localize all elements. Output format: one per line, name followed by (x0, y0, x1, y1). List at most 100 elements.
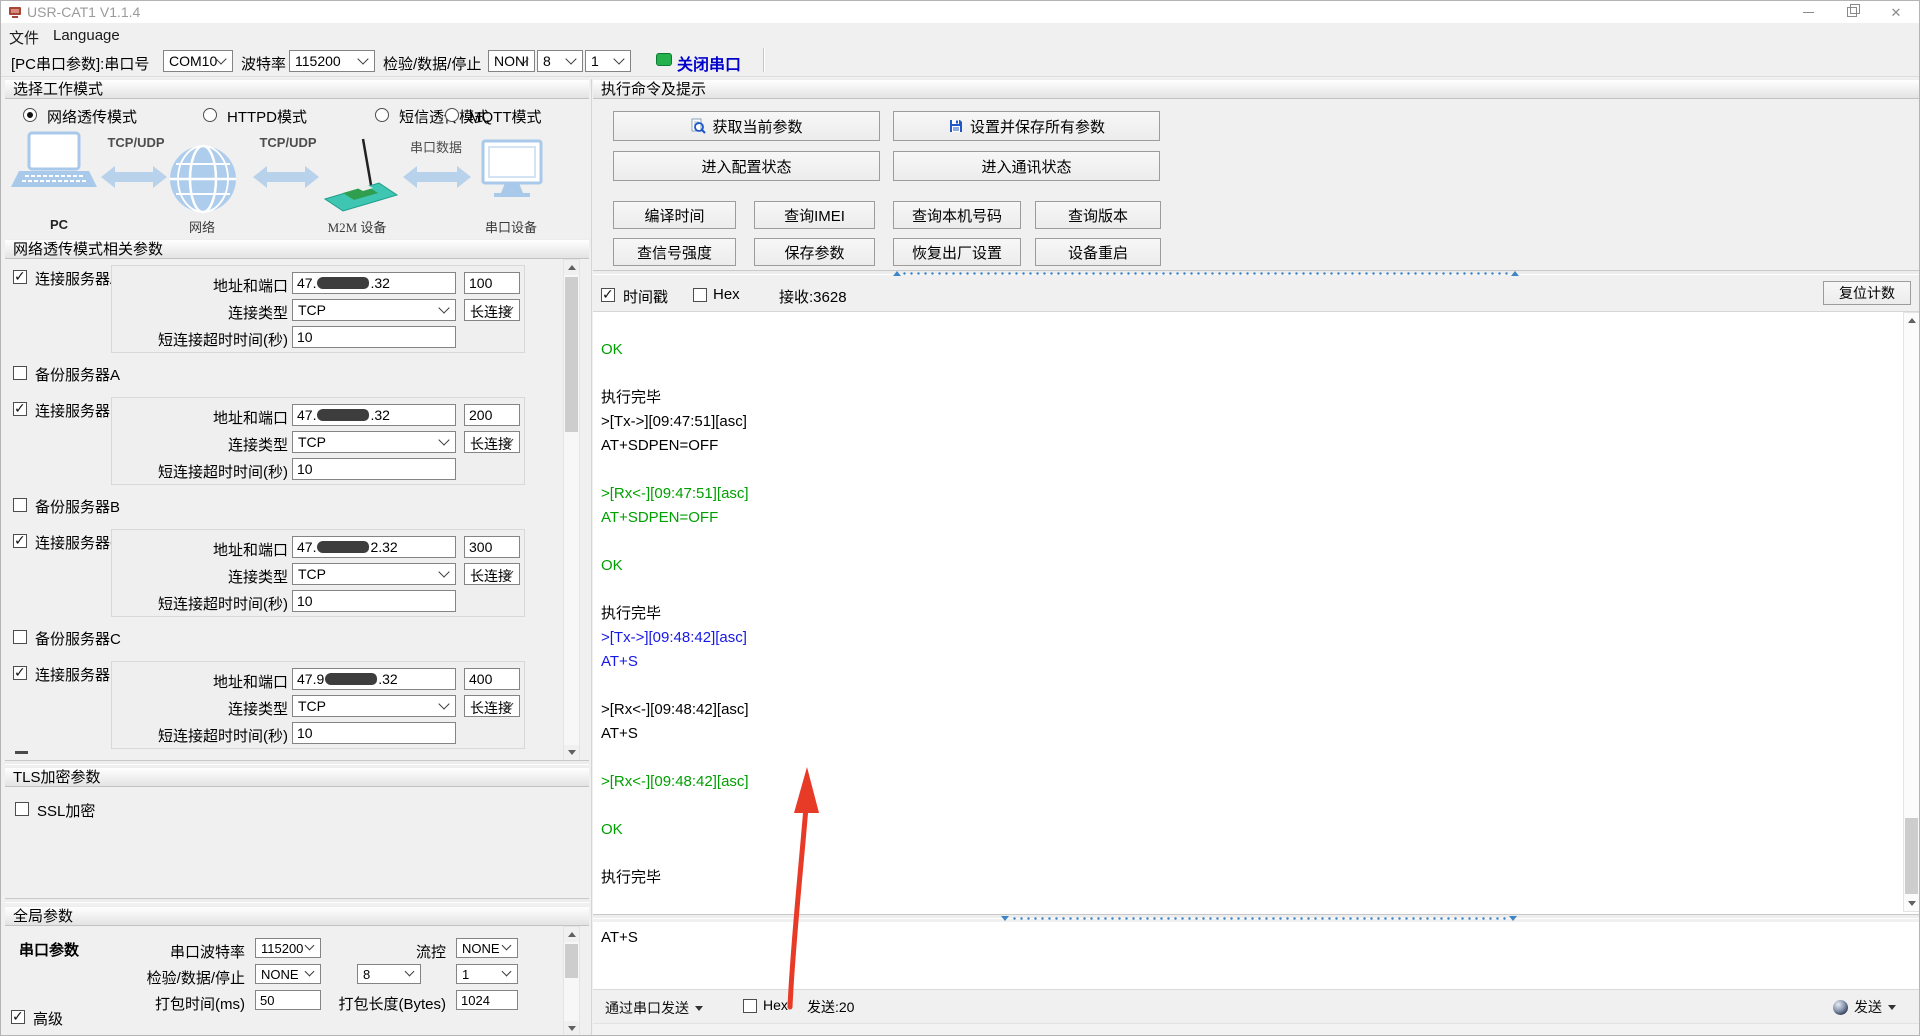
backup-server-checkbox[interactable] (13, 630, 27, 644)
keep-alive-select[interactable]: 长连接 (464, 431, 520, 453)
keep-alive-select[interactable]: 长连接 (464, 695, 520, 717)
advanced-checkbox[interactable] (11, 1010, 25, 1024)
server-port-input[interactable]: 200 (464, 404, 520, 426)
connect-server-checkbox[interactable] (13, 666, 27, 680)
scroll-up-icon[interactable] (564, 260, 579, 275)
send-button[interactable]: 发送 (1833, 997, 1896, 1017)
compile-time-button[interactable]: 编译时间 (613, 201, 736, 229)
g-databits-select[interactable]: 8 (357, 964, 421, 984)
timeout-input[interactable]: 10 (292, 722, 456, 744)
enter-comm-button[interactable]: 进入通讯状态 (893, 151, 1160, 181)
mode-radio[interactable] (445, 108, 459, 122)
close-port-button[interactable]: 关闭串口 (677, 51, 741, 75)
connect-server-checkbox[interactable] (13, 402, 27, 416)
mode-radio[interactable] (375, 108, 389, 122)
scrollbar-thumb[interactable] (1905, 818, 1918, 894)
save-params-button[interactable]: 保存参数 (754, 238, 875, 266)
server-port-input[interactable]: 300 (464, 536, 520, 558)
conn-type-select[interactable]: TCP (292, 563, 456, 585)
flow-select[interactable]: NONE (456, 938, 518, 958)
connect-server-checkbox[interactable] (13, 270, 27, 284)
send-bar: 通过串口发送 Hex 发送:20 发送 (593, 989, 1920, 1023)
server-address-input[interactable]: 47.2.32 (292, 536, 456, 558)
g-parity-select[interactable]: NONE (255, 964, 321, 984)
backup-server-checkbox[interactable] (13, 498, 27, 512)
query-imei-button[interactable]: 查询IMEI (754, 201, 875, 229)
close-button[interactable]: ✕ (1874, 1, 1918, 23)
scroll-down-icon[interactable] (564, 745, 579, 760)
menu-language[interactable]: Language (53, 27, 120, 44)
scrollbar-thumb[interactable] (565, 944, 578, 978)
splitter-handle[interactable] (1011, 916, 1507, 921)
ssl-checkbox[interactable] (15, 802, 29, 816)
baud-select[interactable]: 115200 (289, 50, 375, 72)
reset-count-button[interactable]: 复位计数 (1823, 281, 1911, 305)
parity-select[interactable]: NONI (488, 50, 535, 72)
restore-button[interactable] (1830, 1, 1874, 23)
log-area[interactable]: OK 执行完毕>[Tx->][09:47:51][asc]AT+SDPEN=OF… (593, 311, 1920, 914)
backup-server-checkbox[interactable] (13, 366, 27, 380)
connect-server-checkbox[interactable] (13, 534, 27, 548)
mode-radio-label: 网络透传模式 (47, 106, 137, 127)
conn-type-select[interactable]: TCP (292, 431, 456, 453)
net-params-scrollbar[interactable] (563, 259, 580, 761)
log-hex-label: Hex (713, 286, 740, 303)
log-line: OK (601, 818, 1901, 842)
scroll-up-icon[interactable] (1904, 313, 1919, 328)
server-params-box: 地址和端口 47.2.32 300 连接类型 TCP 长连接 短连接超时时间(秒… (111, 529, 525, 617)
timeout-input[interactable]: 10 (292, 326, 456, 348)
factory-reset-button[interactable]: 恢复出厂设置 (893, 238, 1021, 266)
packtime-input[interactable]: 50 (255, 990, 321, 1010)
menu-file[interactable]: 文件 (9, 27, 39, 48)
log-hex-checkbox[interactable] (693, 288, 707, 302)
timeout-input[interactable]: 10 (292, 458, 456, 480)
mode-radio[interactable] (23, 108, 37, 122)
chevron-down-icon (438, 698, 449, 709)
stopbits-select[interactable]: 1 (585, 50, 631, 72)
keep-alive-select[interactable]: 长连接 (464, 299, 520, 321)
set-save-params-button[interactable]: 设置并保存所有参数 (893, 111, 1160, 141)
server-address-input[interactable]: 47.9.32 (292, 668, 456, 690)
scroll-up-icon[interactable] (564, 927, 579, 942)
send-input[interactable]: AT+S (593, 922, 1920, 989)
query-number-button[interactable]: 查询本机号码 (893, 201, 1021, 229)
conn-type-select[interactable]: TCP (292, 695, 456, 717)
g-baud-select[interactable]: 115200 (255, 938, 321, 958)
enter-config-button[interactable]: 进入配置状态 (613, 151, 880, 181)
addr-port-label: 地址和端口 (120, 671, 288, 692)
timeout-label: 短连接超时时间(秒) (120, 593, 288, 614)
timeout-input[interactable]: 10 (292, 590, 456, 612)
keep-alive-select[interactable]: 长连接 (464, 563, 520, 585)
databits-select[interactable]: 8 (537, 50, 583, 72)
log-scrollbar[interactable] (1903, 312, 1920, 912)
minimize-button[interactable] (1786, 1, 1830, 23)
server-address-input[interactable]: 47..32 (292, 272, 456, 294)
timestamp-checkbox[interactable] (601, 288, 615, 302)
scroll-down-icon[interactable] (564, 1021, 579, 1036)
mode-radio-label: MQTT模式 (469, 106, 542, 127)
conn-type-select[interactable]: TCP (292, 299, 456, 321)
global-params-scrollbar[interactable] (563, 926, 580, 1036)
command-panel-header: 执行命令及提示 (593, 79, 1920, 99)
device-restart-button[interactable]: 设备重启 (1035, 238, 1161, 266)
send-via-serial-button[interactable]: 通过串口发送 (605, 998, 703, 1018)
g-stopbits-select[interactable]: 1 (456, 964, 518, 984)
g-baud-value: 115200 (261, 941, 303, 956)
restore-icon (1847, 7, 1857, 17)
log-line: >[Rx<-][09:48:42][asc] (601, 770, 1901, 794)
server-port-input[interactable]: 400 (464, 668, 520, 690)
query-signal-button[interactable]: 查信号强度 (613, 238, 736, 266)
scrollbar-thumb[interactable] (565, 277, 578, 432)
get-params-button[interactable]: 获取当前参数 (613, 111, 880, 141)
com-port-select[interactable]: COM10 (163, 50, 233, 72)
splitter-handle[interactable] (901, 271, 1509, 276)
server-port-input[interactable]: 100 (464, 272, 520, 294)
server-address-input[interactable]: 47..32 (292, 404, 456, 426)
mode-radio[interactable] (203, 108, 217, 122)
query-version-button[interactable]: 查询版本 (1035, 201, 1161, 229)
send-hex-checkbox[interactable] (743, 999, 757, 1013)
node-label-pc: PC (19, 217, 99, 232)
server-list: 连接服务器A 地址和端口 47..32 100 连接类型 TCP 长连接 短连接… (5, 265, 589, 761)
packlen-input[interactable]: 1024 (456, 990, 518, 1010)
scroll-down-icon[interactable] (1904, 896, 1919, 911)
